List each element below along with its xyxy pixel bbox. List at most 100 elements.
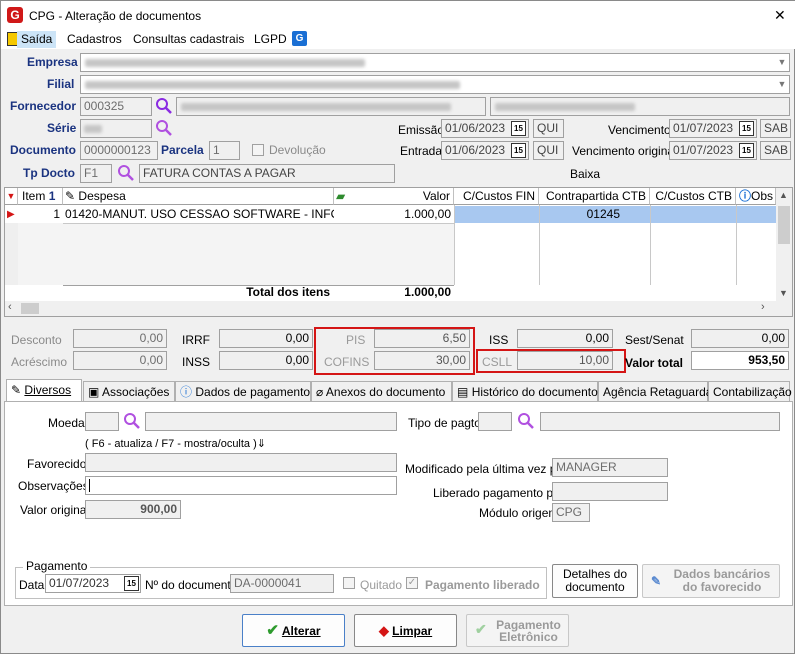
- iss-label: ISS: [489, 333, 509, 347]
- search-icon[interactable]: [123, 412, 141, 430]
- tab-diversos[interactable]: ✎ Diversos: [6, 379, 82, 403]
- total-label: Total dos itens: [246, 285, 330, 299]
- fornecedor-label: Fornecedor: [10, 99, 77, 113]
- scroll-right-icon[interactable]: ›: [761, 301, 765, 313]
- favorecido-field: [85, 453, 397, 472]
- chevron-down-icon[interactable]: ▼: [775, 55, 789, 70]
- irrf-field: 0,00: [219, 329, 313, 348]
- search-icon[interactable]: [517, 412, 535, 430]
- desconto-label: Desconto: [11, 333, 62, 347]
- table-row-valor[interactable]: 1.000,00: [334, 206, 454, 223]
- edit-icon: ✎: [11, 383, 22, 397]
- limpar-button[interactable]: ◆ Limpar: [354, 614, 457, 647]
- modulo-label: Módulo origem: [479, 506, 559, 520]
- pagamento-group-label: Pagamento: [23, 559, 91, 573]
- menu-consultas[interactable]: Consultas cadastrais: [129, 31, 248, 48]
- info-icon: ⓘ: [180, 385, 193, 399]
- baixa-label: Baixa: [570, 167, 601, 181]
- observacoes-input[interactable]: [85, 476, 397, 495]
- search-icon[interactable]: [117, 164, 135, 182]
- irrf-label: IRRF: [182, 333, 210, 347]
- tipo-pagto-code-field[interactable]: [478, 412, 512, 431]
- documento-field[interactable]: 0000000123: [80, 141, 158, 160]
- table-row-despesa[interactable]: 01420-MANUT. USO CESSAO SOFTWARE - INFOR…: [63, 206, 334, 223]
- grid-header-contrapartida[interactable]: Contrapartida CTB: [539, 188, 650, 205]
- vertical-scrollbar[interactable]: ▲ ▼: [776, 188, 792, 301]
- menu-lgpd[interactable]: LGPD: [250, 31, 291, 48]
- menu-saida[interactable]: Saída: [17, 31, 57, 48]
- table-row-item[interactable]: 1: [18, 206, 63, 223]
- modificado-field: MANAGER: [552, 458, 668, 477]
- quitado-label: Quitado: [360, 578, 403, 592]
- detalhes-documento-button[interactable]: Detalhes do documento: [552, 564, 638, 598]
- num-doc-field: DA-0000041: [230, 574, 334, 593]
- scroll-left-icon[interactable]: ‹: [8, 301, 12, 313]
- check-icon: ✔: [475, 621, 487, 637]
- tab-dados-pagamento[interactable]: ⓘ Dados de pagamento: [175, 381, 311, 402]
- serie-field[interactable]: [80, 119, 152, 138]
- link-icon: ▣: [88, 385, 100, 399]
- close-icon[interactable]: ✕: [774, 7, 786, 24]
- empresa-select[interactable]: [80, 53, 790, 72]
- calendar-icon[interactable]: 15: [739, 121, 754, 136]
- items-grid[interactable]: ▼ Item 1 ✎ Despesa ▰ Valor C/Custos FIN C…: [4, 187, 793, 317]
- pagamento-liberado-label: Pagamento liberado: [425, 578, 540, 592]
- filial-select[interactable]: [80, 75, 790, 94]
- quitado-checkbox[interactable]: [343, 577, 355, 589]
- calendar-icon[interactable]: 15: [739, 143, 754, 158]
- parcela-field[interactable]: 1: [209, 141, 240, 160]
- tab-agencia[interactable]: Agência Retaguarda: [598, 381, 712, 402]
- grid-corner[interactable]: ▼: [5, 188, 18, 205]
- serie-label: Série: [47, 121, 77, 135]
- pis-cofins-highlight: [314, 327, 475, 375]
- grid-header-despesa[interactable]: ✎ Despesa: [63, 188, 334, 205]
- table-row-contrapartida[interactable]: 01245: [539, 206, 650, 223]
- moeda-desc-field: [145, 412, 397, 431]
- scroll-hthumb[interactable]: [21, 303, 39, 314]
- pagamento-eletronico-button[interactable]: ✔ Pagamento Eletrônico: [466, 614, 569, 647]
- calendar-icon[interactable]: 15: [124, 576, 139, 591]
- grid-header-item[interactable]: Item 1: [18, 188, 63, 205]
- grid-header-obs[interactable]: ⓘObs: [736, 188, 776, 205]
- num-doc-label: Nº do documento: [145, 578, 238, 592]
- grid-header-valor[interactable]: ▰ Valor: [334, 188, 454, 205]
- alterar-label: Alterar: [281, 624, 321, 638]
- title-bar: G CPG - Alteração de documentos ✕: [1, 1, 795, 31]
- fornecedor-code-field[interactable]: 000325: [80, 97, 152, 116]
- entrada-label: Entrada: [400, 144, 443, 158]
- scroll-up-icon[interactable]: ▲: [779, 190, 788, 200]
- pagamento-eletronico-label: Pagamento Eletrônico: [496, 618, 561, 644]
- chevron-down-icon[interactable]: ▼: [775, 77, 789, 92]
- dados-bancarios-button[interactable]: ✎ Dados bancários do favorecido: [642, 564, 780, 598]
- tpdocto-label: Tp Docto: [23, 166, 75, 180]
- total-value: 1.000,00: [404, 285, 451, 299]
- tab-historico[interactable]: ▤ Histórico do documento: [452, 381, 598, 402]
- calendar-icon[interactable]: 15: [511, 143, 526, 158]
- scroll-thumb[interactable]: [778, 206, 790, 244]
- scroll-down-icon[interactable]: ▼: [779, 288, 788, 298]
- tipo-pagto-label: Tipo de pagto: [408, 416, 481, 430]
- document-icon: ▤: [457, 385, 469, 399]
- grid-header-cc-ctb[interactable]: C/Custos CTB: [650, 188, 736, 205]
- devolucao-checkbox[interactable]: [252, 144, 264, 156]
- horizontal-scrollbar[interactable]: ‹ ›: [5, 301, 792, 316]
- search-icon[interactable]: [155, 97, 173, 115]
- sest-label: Sest/Senat: [625, 333, 684, 347]
- grid-header-cc-fin[interactable]: C/Custos FIN: [454, 188, 539, 205]
- tab-contabilizacao[interactable]: Contabilização: [708, 381, 792, 402]
- search-icon[interactable]: [155, 119, 173, 137]
- f6-f7-hint: ( F6 - atualiza / F7 - mostra/oculta )⇓: [85, 437, 266, 450]
- check-icon: ✔: [266, 622, 279, 639]
- pagamento-data-label: Data: [19, 578, 45, 592]
- menu-cadastros[interactable]: Cadastros: [63, 31, 126, 48]
- alterar-button[interactable]: ✔ Alterar: [242, 614, 345, 647]
- tpdocto-code-field[interactable]: F1: [80, 164, 112, 183]
- pagamento-liberado-checkbox[interactable]: ✓: [406, 577, 418, 589]
- modificado-label: Modificado pela última vez por: [405, 462, 568, 476]
- tab-associacoes[interactable]: ▣ Associações: [83, 381, 175, 402]
- dados-bancarios-label: Dados bancários do favorecido: [673, 567, 771, 594]
- lgpd-logo-icon[interactable]: G: [292, 31, 307, 46]
- tab-anexos[interactable]: ⌀ Anexos do documento: [311, 381, 452, 402]
- moeda-code-field[interactable]: [85, 412, 119, 431]
- calendar-icon[interactable]: 15: [511, 121, 526, 136]
